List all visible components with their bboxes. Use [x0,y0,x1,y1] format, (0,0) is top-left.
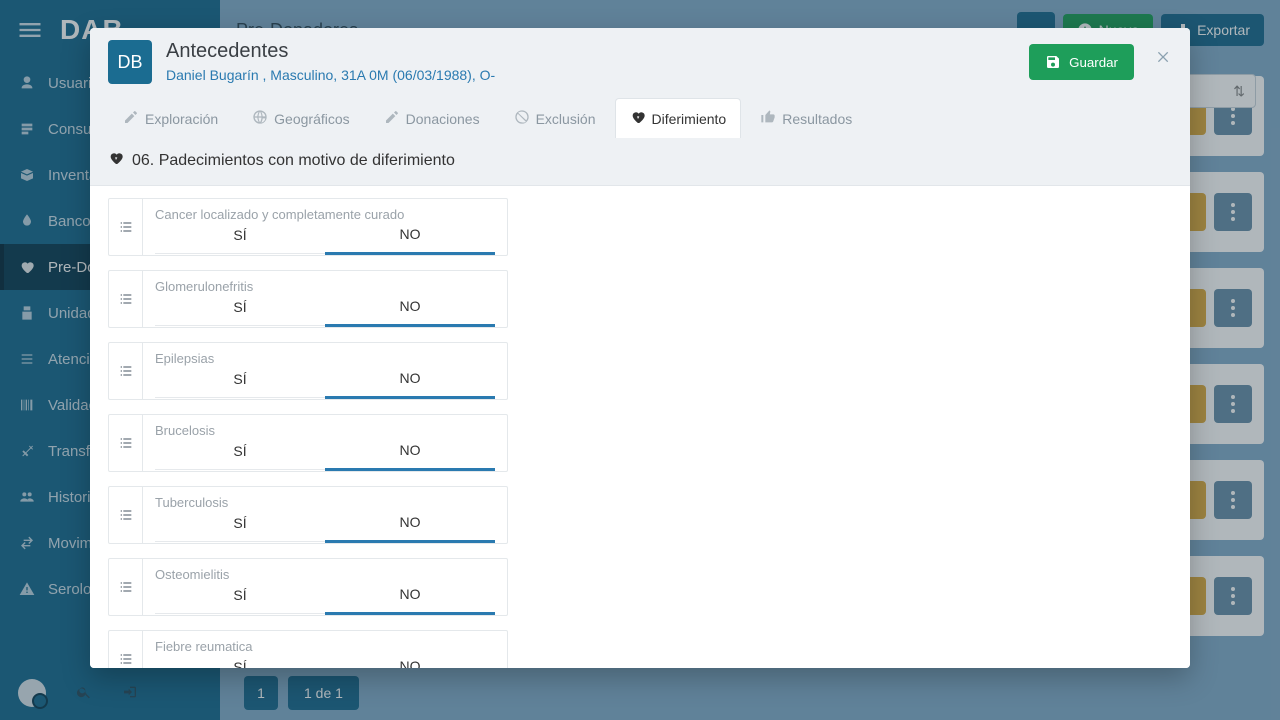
question-handle[interactable] [109,559,143,615]
question-handle[interactable] [109,343,143,399]
antecedentes-modal: DB Antecedentes Daniel Bugarín , Masculi… [90,28,1190,668]
option-yes[interactable]: SÍ [155,371,325,398]
patient-summary[interactable]: Daniel Bugarín , Masculino, 31A 0M (06/0… [166,67,495,83]
close-icon [1156,49,1172,65]
option-no[interactable]: NO [325,298,495,327]
option-yes[interactable]: SÍ [155,659,325,668]
tab-donaciones[interactable]: Donaciones [369,98,495,138]
question-card: Cancer localizado y completamente curado… [108,198,508,256]
tab-label: Exploración [145,111,218,127]
handle-icon [118,363,134,379]
handle-icon [118,579,134,595]
option-yes[interactable]: SÍ [155,443,325,470]
option-yes[interactable]: SÍ [155,227,325,254]
handle-icon [118,507,134,523]
question-card: Osteomielitis SÍ NO [108,558,508,616]
save-button-label: Guardar [1069,55,1118,70]
handle-icon [118,291,134,307]
question-handle[interactable] [109,415,143,471]
question-card: Tuberculosis SÍ NO [108,486,508,544]
modal-title: Antecedentes [166,40,495,63]
option-yes[interactable]: SÍ [155,515,325,542]
pencil-icon [123,109,139,125]
question-label: Osteomielitis [155,567,495,582]
tab-label: Diferimiento [652,111,727,127]
question-card: Epilepsias SÍ NO [108,342,508,400]
save-button[interactable]: Guardar [1029,44,1134,80]
tab-exclusión[interactable]: Exclusión [499,98,611,138]
question-card: Glomerulonefritis SÍ NO [108,270,508,328]
handle-icon [118,219,134,235]
handle-icon [118,651,134,667]
globe-icon [252,109,268,125]
heartbeat-icon [108,150,124,171]
section-title: 06. Padecimientos con motivo de diferimi… [132,152,455,170]
tab-label: Donaciones [406,111,480,127]
tab-label: Exclusión [536,111,596,127]
question-handle[interactable] [109,199,143,255]
ban-icon [514,109,530,125]
heartbeat-icon [630,109,646,125]
tab-label: Geográficos [274,111,349,127]
question-handle[interactable] [109,487,143,543]
question-label: Glomerulonefritis [155,279,495,294]
question-card: Brucelosis SÍ NO [108,414,508,472]
option-no[interactable]: NO [325,586,495,615]
tab-diferimiento[interactable]: Diferimiento [615,98,742,138]
option-no[interactable]: NO [325,226,495,255]
thumbs-up-icon [760,109,776,125]
question-card: Fiebre reumatica SÍ NO [108,630,508,668]
question-label: Tuberculosis [155,495,495,510]
close-button[interactable] [1156,48,1172,71]
option-no[interactable]: NO [325,514,495,543]
question-label: Fiebre reumatica [155,639,495,654]
question-handle[interactable] [109,271,143,327]
option-no[interactable]: NO [325,442,495,471]
option-yes[interactable]: SÍ [155,587,325,614]
save-icon [1045,54,1061,70]
question-label: Epilepsias [155,351,495,366]
option-yes[interactable]: SÍ [155,299,325,326]
patient-avatar: DB [108,40,152,84]
tab-geográficos[interactable]: Geográficos [237,98,364,138]
question-handle[interactable] [109,631,143,668]
tab-exploración[interactable]: Exploración [108,98,233,138]
question-label: Cancer localizado y completamente curado [155,207,495,222]
tab-resultados[interactable]: Resultados [745,98,867,138]
tab-label: Resultados [782,111,852,127]
option-no[interactable]: NO [325,370,495,399]
handle-icon [118,435,134,451]
option-no[interactable]: NO [325,658,495,668]
question-label: Brucelosis [155,423,495,438]
pencil-icon [384,109,400,125]
